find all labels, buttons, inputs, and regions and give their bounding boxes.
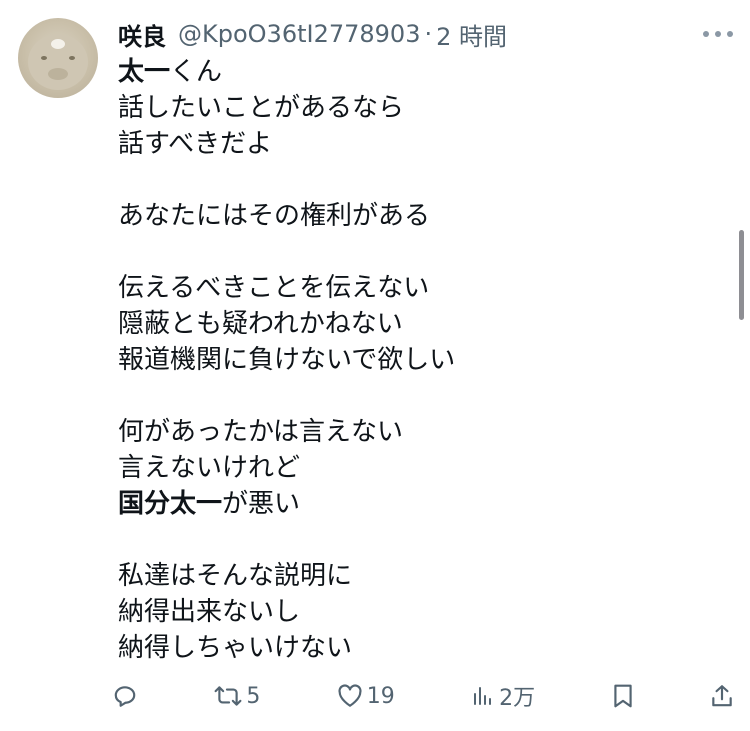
timestamp[interactable]: 2 時間: [436, 17, 507, 52]
tweet-line: 太一くん: [118, 54, 720, 90]
bar-chart-icon: [474, 687, 492, 705]
avatar-image: [28, 34, 88, 90]
tweet-line: 私達はそんな説明に: [118, 561, 353, 591]
tweet-line: 納得しちゃいけない: [118, 633, 353, 663]
tweet-line: 国分太一が悪い: [118, 486, 720, 522]
share-button[interactable]: [710, 683, 734, 709]
display-name[interactable]: 咲良: [118, 17, 166, 52]
views-count: 2万: [499, 686, 536, 711]
tweet-line: 報道機関に負けないで欲しい: [118, 345, 456, 375]
bookmark-icon: [613, 684, 632, 708]
action-bar: 5 19 2万: [112, 674, 734, 718]
share-icon: [712, 685, 732, 707]
bold-text: 太一: [118, 57, 171, 87]
tweet-text: 太一くん 話したいことがあるなら 話すべきだよ あなたにはその権利がある 伝えるべきこと…: [118, 54, 720, 666]
avatar[interactable]: [18, 18, 98, 98]
retweet-button[interactable]: 5: [214, 683, 260, 709]
scrollbar[interactable]: [739, 230, 744, 320]
line-text: くん: [170, 57, 223, 87]
tweet-line: 納得出来ないし: [118, 597, 301, 627]
tweet-line: あなたにはその権利がある: [118, 201, 431, 231]
views-button[interactable]: 2万: [471, 680, 535, 712]
reply-button[interactable]: [112, 683, 138, 709]
tweet-header: 咲良 @KpoO36tI2778903 · 2 時間: [118, 14, 750, 54]
tweet-line: 伝えるべきことを伝えない: [118, 273, 430, 303]
more-options-button[interactable]: [700, 22, 736, 46]
like-button[interactable]: 19: [337, 684, 395, 709]
more-dots-icon: [703, 31, 733, 37]
tweet-line: 話したいことがあるなら: [118, 93, 405, 123]
reply-icon: [114, 686, 136, 707]
like-count: 19: [366, 683, 395, 709]
retweet-icon: [214, 686, 242, 706]
tweet-line: [118, 378, 720, 414]
retweet-count: 5: [246, 683, 261, 709]
tweet-line: 話すべきだよ: [118, 129, 273, 159]
tweet-line: 言えないけれど: [118, 453, 301, 483]
bold-text: 国分太一: [118, 489, 223, 519]
tweet-line: [118, 162, 720, 198]
tweet-line: 何があったかは言えない: [118, 417, 403, 447]
user-handle[interactable]: @KpoO36tI2778903: [178, 20, 420, 48]
heart-icon: [338, 684, 362, 707]
bookmark-button[interactable]: [612, 683, 634, 709]
tweet-line: 隠蔽とも疑われかねない: [118, 309, 403, 339]
line-text: が悪い: [222, 489, 301, 519]
tweet-line: [118, 234, 720, 270]
tweet-line: [118, 522, 720, 558]
separator-dot: ·: [424, 20, 433, 48]
